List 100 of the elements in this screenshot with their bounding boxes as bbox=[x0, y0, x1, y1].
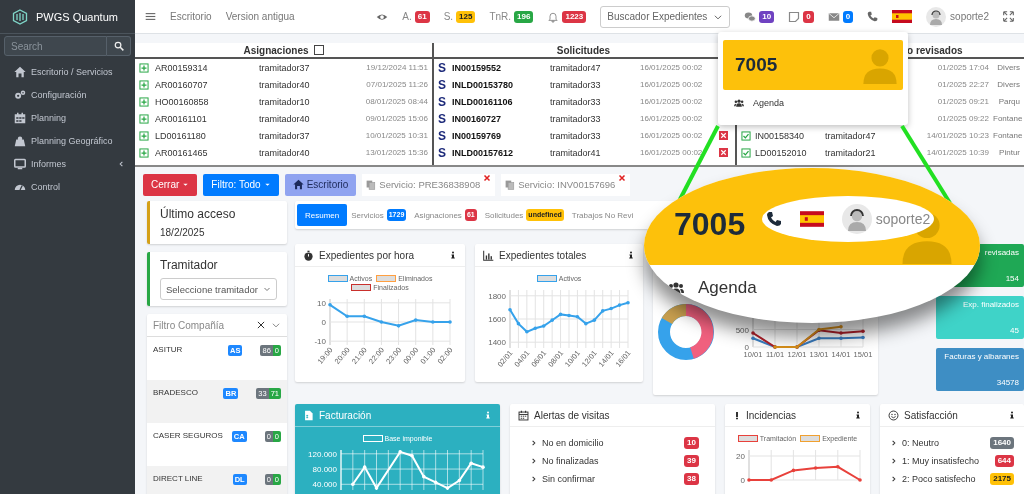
sidebar-item[interactable]: Configuración bbox=[0, 83, 135, 106]
home-button[interactable]: Escritorio bbox=[284, 173, 357, 196]
axis-label: 1800 bbox=[488, 291, 506, 301]
table-cell-text: IN00158340 bbox=[755, 130, 806, 141]
access-date: 18/2/2025 bbox=[160, 227, 206, 238]
card-title: Satisfacción bbox=[904, 409, 959, 421]
table-cell: Fontane bbox=[993, 114, 1023, 123]
table-cell: 10/01/2025 10:31 bbox=[365, 131, 428, 140]
filter-button[interactable]: Filtro: Todo bbox=[203, 173, 279, 196]
company-name[interactable]: DIRECT LINE bbox=[153, 474, 229, 483]
table-cell-text: tramitador10 bbox=[259, 96, 311, 107]
company-filter-field[interactable]: Filtro Compañía bbox=[153, 319, 251, 331]
card-title: Expedientes totales bbox=[499, 249, 588, 261]
sidebar-item[interactable]: Planning bbox=[0, 106, 135, 129]
table-cell-text: tramitador33 bbox=[550, 79, 602, 90]
table-cell-text: IN00159552 bbox=[452, 62, 503, 73]
sidebar-item[interactable]: Escritorio / Servicios bbox=[0, 60, 135, 83]
company-name[interactable]: BRADESCO bbox=[153, 388, 220, 397]
satisfaction-item[interactable]: 2: Poco satisfecho bbox=[902, 474, 986, 484]
handler-select[interactable]: Seleccione tramitador bbox=[160, 278, 277, 300]
axis-label: 120.000 bbox=[307, 449, 337, 459]
table-cell: 09/01/2025 15:06 bbox=[365, 114, 428, 123]
count-badge: 644 bbox=[994, 455, 1014, 467]
table-cell-text: AR00161101 bbox=[155, 113, 208, 124]
table-cell-text: INLD00153780 bbox=[452, 79, 515, 90]
extension-number: 7005 bbox=[735, 54, 778, 76]
table-cell: 08/01/2025 08:44 bbox=[365, 97, 428, 106]
axis-label: -10 bbox=[314, 337, 326, 347]
count-badge: 125 bbox=[456, 10, 476, 23]
card-title: Facturación bbox=[319, 409, 373, 421]
user-name[interactable]: soporte2 bbox=[875, 211, 931, 227]
search-select[interactable]: Buscador Expedientes bbox=[600, 5, 731, 28]
table-cell-text: tramitador41 bbox=[550, 147, 602, 158]
count-badge: 10 bbox=[759, 10, 775, 23]
tab[interactable]: Resumen bbox=[297, 204, 348, 226]
axis-label: 10 bbox=[317, 298, 326, 308]
table-cell: 13/01/2025 15:36 bbox=[365, 148, 428, 157]
nav-link[interactable]: Escritorio bbox=[170, 11, 212, 22]
count-badge: 1640 bbox=[990, 437, 1014, 449]
stat-tile[interactable]: Facturas y albaranes 34578 bbox=[936, 348, 1024, 391]
column-header: Asignaciones bbox=[243, 44, 309, 56]
counter-label[interactable]: TnR. bbox=[489, 11, 512, 22]
table-cell-text: LD00152010 bbox=[755, 147, 808, 158]
satisfaction-item[interactable]: 1: Muy insatisfecho bbox=[902, 456, 990, 466]
table-cell-text: tramitador37 bbox=[259, 62, 311, 73]
dropdown-item[interactable]: Agenda bbox=[666, 278, 757, 298]
service-marker: S bbox=[438, 128, 447, 143]
table-cell-text: tramitador37 bbox=[259, 130, 311, 141]
table-cell-text: Divers bbox=[996, 80, 1020, 89]
company-name[interactable]: CASER SEGUROS bbox=[153, 431, 228, 440]
service-tab[interactable]: Servicio: PRE36838908 bbox=[362, 173, 496, 196]
counter-label[interactable]: S. bbox=[443, 11, 454, 22]
sidebar-item[interactable]: Informes bbox=[0, 152, 135, 175]
card-title: Incidencias bbox=[746, 409, 798, 421]
count-badge: 196 bbox=[514, 10, 534, 23]
count-badge: 39 bbox=[684, 455, 699, 467]
count-badge: 1223 bbox=[562, 10, 587, 23]
table-cell-text: IN00160727 bbox=[452, 113, 503, 124]
table-cell: 07/01/2025 11:26 bbox=[366, 80, 428, 89]
sidebar-item[interactable]: Control bbox=[0, 175, 135, 198]
company-name[interactable]: ASITUR bbox=[153, 345, 225, 354]
table-cell: Fontane bbox=[993, 131, 1023, 140]
alert-item[interactable]: No en domicilio bbox=[542, 438, 680, 448]
service-marker: S bbox=[438, 77, 447, 92]
table-cell-text: 16/01/2025 00:02 bbox=[640, 114, 704, 123]
card-title: Tramitador bbox=[160, 258, 219, 272]
table-cell-text: tramitador47 bbox=[550, 62, 602, 73]
dropdown-item[interactable]: Agenda bbox=[723, 90, 903, 116]
table-cell-text: tramitador21 bbox=[825, 147, 877, 158]
search-field[interactable]: Search bbox=[4, 36, 107, 56]
column-header: Solicitudes bbox=[556, 44, 611, 56]
axis-label: 0 bbox=[321, 318, 326, 327]
axis-label: 40.000 bbox=[312, 480, 337, 490]
service-marker: S bbox=[438, 94, 447, 109]
alert-item[interactable]: No finalizadas bbox=[542, 456, 680, 466]
table-cell-text: 14/01/2025 10:23 bbox=[925, 131, 990, 140]
sidebar-item[interactable]: Planning Geográfico bbox=[0, 129, 135, 152]
alert-item[interactable]: Sin confirmar bbox=[542, 474, 680, 484]
count-badge: 10 bbox=[684, 437, 699, 449]
axis-label: 1400 bbox=[488, 338, 506, 348]
tab[interactable]: Trabajos No Revi bbox=[567, 204, 638, 226]
table-cell-text: 16/01/2025 00:02 bbox=[640, 131, 704, 140]
nav-link[interactable]: Version antigua bbox=[225, 11, 295, 22]
table-cell-text: 16/01/2025 00:02 bbox=[640, 97, 704, 106]
table-cell-text: tramitador40 bbox=[259, 113, 311, 124]
counter-label[interactable]: A. bbox=[402, 11, 412, 22]
table-cell-text: tramitador33 bbox=[550, 130, 602, 141]
card-title: Expedientes por hora bbox=[319, 249, 416, 261]
axis-label: 80.000 bbox=[312, 465, 337, 475]
service-marker: S bbox=[438, 145, 447, 160]
brand-name[interactable]: PWGS Quantum bbox=[36, 10, 118, 23]
satisfaction-item[interactable]: 0: Neutro bbox=[902, 438, 986, 448]
table-cell-text: 01/2025 09:22 bbox=[936, 114, 990, 123]
close-menu-button[interactable]: Cerrar bbox=[143, 173, 198, 196]
user-name[interactable]: soporte2 bbox=[950, 11, 989, 22]
service-tab[interactable]: Servicio: INV00157696 bbox=[501, 173, 631, 196]
table-cell-text: INLD00161106 bbox=[452, 96, 514, 107]
service-marker: S bbox=[438, 111, 447, 126]
table-cell-text: 16/01/2025 00:02 bbox=[640, 80, 704, 89]
table-cell-text: INLD00157612 bbox=[452, 147, 515, 158]
